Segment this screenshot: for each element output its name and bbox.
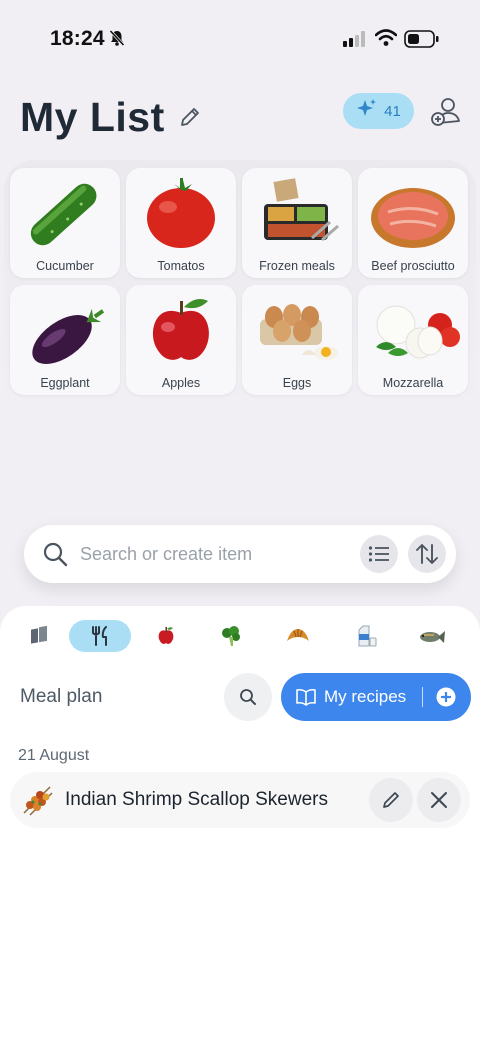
meal-plan-label: Meal plan <box>20 686 103 707</box>
my-recipes-button[interactable]: My recipes <box>281 673 471 721</box>
all-icon <box>31 626 47 644</box>
add-recipe-icon[interactable] <box>436 687 456 712</box>
item-label: Frozen meals <box>259 259 335 273</box>
croissant-icon <box>287 629 309 641</box>
sparkle-icon <box>356 98 378 124</box>
page-title: My List <box>20 94 165 140</box>
status-bar: 18:24 <box>0 0 480 78</box>
category-tab-dairy[interactable] <box>354 620 378 652</box>
list-view-button[interactable] <box>360 535 398 573</box>
book-icon <box>296 688 316 711</box>
item-label: Eggplant <box>40 376 90 390</box>
item-label: Mozzarella <box>382 376 444 390</box>
search-bar <box>24 525 456 583</box>
search-icon <box>42 541 68 572</box>
ai-credits-count: 41 <box>384 102 401 120</box>
category-tab-bakery[interactable] <box>285 620 311 652</box>
item-label: Apples <box>161 376 201 390</box>
meal-date: 21 August <box>18 747 90 764</box>
cutlery-icon <box>92 626 107 646</box>
search-input[interactable] <box>80 525 350 583</box>
sort-icon <box>416 544 438 564</box>
list-item-eggplant[interactable]: Eggplant <box>10 285 120 395</box>
meal-search-button[interactable] <box>224 673 272 721</box>
eggs-icon <box>260 304 338 360</box>
item-label: Tomatos <box>157 259 205 273</box>
eggplant-icon <box>32 308 105 364</box>
category-tab-meals[interactable] <box>69 620 131 652</box>
list-item-eggs[interactable]: Eggs <box>242 285 352 395</box>
sort-button[interactable] <box>408 535 446 573</box>
button-divider <box>422 687 423 707</box>
list-item-tomatos[interactable]: Tomatos <box>126 168 236 278</box>
my-recipes-label: My recipes <box>324 687 407 706</box>
prosciutto-icon <box>371 188 455 248</box>
broccoli-icon <box>222 626 240 646</box>
item-label: Eggs <box>282 376 312 390</box>
item-label: Beef prosciutto <box>371 259 455 273</box>
list-item-apples[interactable]: Apples <box>126 285 236 395</box>
list-item-frozen-meals[interactable]: Frozen meals <box>242 168 352 278</box>
list-item-mozzarella[interactable]: Mozzarella <box>358 285 468 395</box>
frozen-meal-icon <box>264 178 339 242</box>
close-icon <box>431 792 447 808</box>
item-label: Cucumber <box>36 259 94 273</box>
list-view-icon <box>368 546 389 562</box>
category-tab-fish[interactable] <box>418 620 446 652</box>
pencil-icon <box>383 792 399 808</box>
category-tab-fruit[interactable] <box>154 620 178 652</box>
meal-row[interactable]: Indian Shrimp Scallop Skewers <box>10 772 470 828</box>
mozzarella-icon <box>376 305 460 359</box>
remove-meal-button[interactable] <box>417 778 461 822</box>
category-tab-all[interactable] <box>28 620 52 652</box>
edit-meal-button[interactable] <box>369 778 413 822</box>
bell-off-icon <box>108 29 126 52</box>
apple-icon <box>158 627 174 644</box>
cellular-signal-icon <box>343 31 367 52</box>
status-time: 18:24 <box>50 27 105 50</box>
wifi-icon <box>374 29 398 52</box>
list-item-cucumber[interactable]: Cucumber <box>10 168 120 278</box>
list-item-beef-prosciutto[interactable]: Beef prosciutto <box>358 168 468 278</box>
fish-icon <box>420 631 445 643</box>
apple-icon <box>153 299 209 360</box>
search-icon <box>240 689 256 705</box>
milk-icon <box>358 625 377 647</box>
skewer-icon <box>20 783 54 822</box>
tomato-icon <box>147 178 215 248</box>
ai-credits-badge[interactable]: 41 <box>343 93 414 129</box>
cucumber-icon <box>30 183 97 246</box>
add-user-icon[interactable] <box>430 96 462 133</box>
edit-title-icon[interactable] <box>179 106 201 133</box>
meal-name: Indian Shrimp Scallop Skewers <box>65 789 328 810</box>
battery-icon <box>404 30 440 53</box>
category-tab-vegetables[interactable] <box>219 620 243 652</box>
